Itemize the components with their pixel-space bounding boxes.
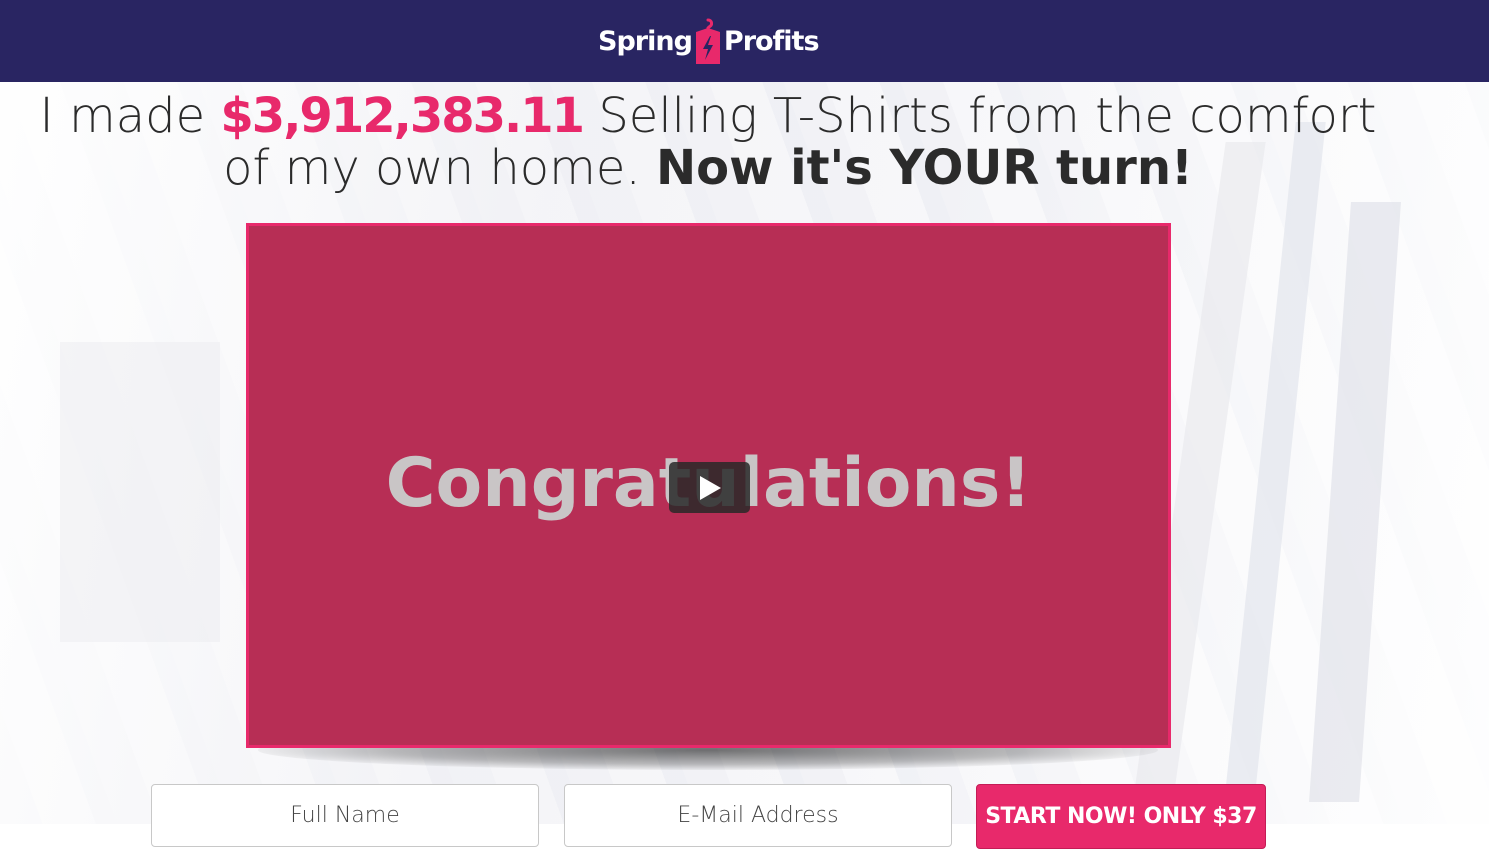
logo-text-spring: Spring	[598, 25, 693, 57]
headline-intro: I made	[39, 88, 221, 144]
signup-form: START NOW! ONLY $37	[151, 784, 1271, 850]
start-now-button[interactable]: START NOW! ONLY $37	[976, 784, 1266, 849]
spring-profits-logo[interactable]: Spring Profits	[598, 14, 820, 68]
top-header-bar: Spring Profits	[0, 0, 1489, 82]
video-player[interactable]: Congratulations!	[246, 223, 1171, 748]
hanger-bag-icon	[694, 16, 722, 66]
full-name-input[interactable]	[151, 784, 539, 847]
play-icon	[699, 475, 721, 500]
hero-headline: I made $3,912,383.11 Selling T-Shirts fr…	[20, 90, 1396, 194]
logo-text-profits: Profits	[723, 25, 820, 57]
headline-call-to-action: Now it's YOUR turn!	[655, 140, 1193, 196]
headline-money-amount: $3,912,383.11	[220, 88, 585, 144]
email-input[interactable]	[564, 784, 952, 847]
play-button[interactable]	[669, 462, 750, 513]
